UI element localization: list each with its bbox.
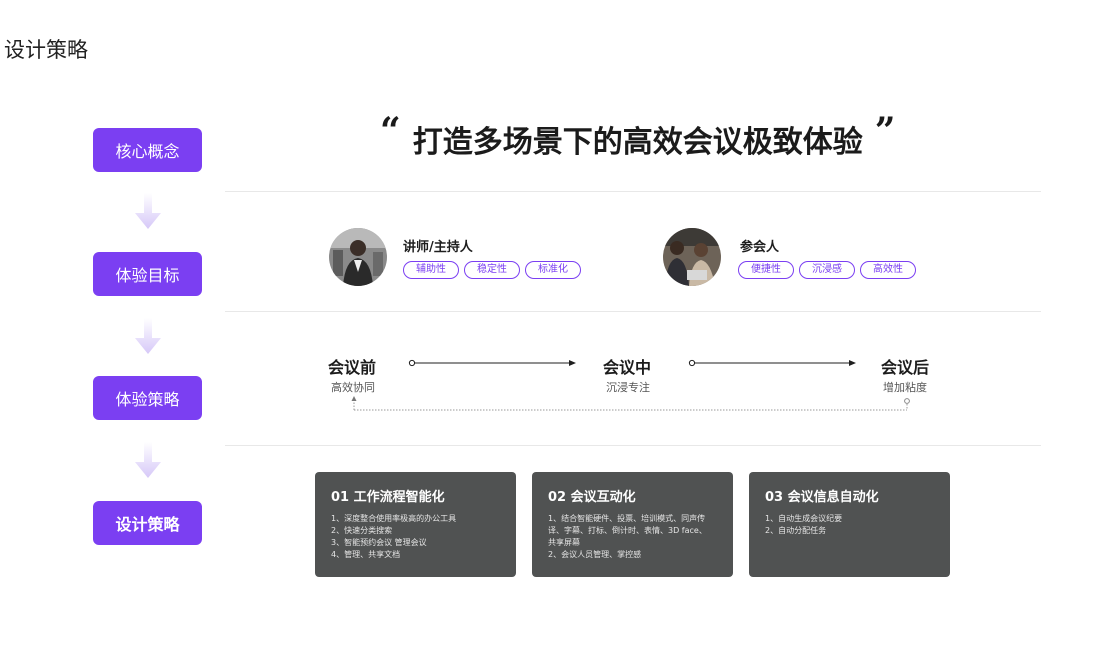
divider [225, 445, 1041, 446]
card-line: 2、会议人员管理、掌控感 [548, 550, 642, 559]
card-line: 2、快速分类搜索 [331, 526, 393, 535]
card-title: 03 会议信息自动化 [765, 490, 879, 505]
strategy-card-interaction: 02 会议互动化 1、结合智能硬件、投票、培训模式、同声传 译、字幕、打标、倒计… [532, 472, 733, 577]
card-line: 3、智能预约会议 管理会议 [331, 538, 427, 547]
feedback-loop-icon [351, 396, 910, 411]
card-line: 1、自动生成会议纪要 [765, 514, 843, 523]
card-line: 2、自动分配任务 [765, 526, 827, 535]
strategy-card-automation: 03 会议信息自动化 1、自动生成会议纪要 2、自动分配任务 [749, 472, 950, 577]
strategy-card-workflow: 01 工作流程智能化 1、深度整合使用率极高的办公工具 2、快速分类搜索 3、智… [315, 472, 516, 577]
card-title: 01 工作流程智能化 [331, 490, 445, 505]
card-line: 共享屏幕 [548, 538, 580, 547]
arrow-right-icon [688, 359, 856, 367]
card-line: 1、深度整合使用率极高的办公工具 [331, 514, 457, 523]
card-line: 译、字幕、打标、倒计时、表情、3D face、 [548, 526, 707, 535]
card-title: 02 会议互动化 [548, 490, 636, 505]
card-line: 1、结合智能硬件、投票、培训模式、同声传 [548, 514, 706, 523]
card-line: 4、管理、共享文档 [331, 550, 401, 559]
arrow-right-icon [408, 359, 576, 367]
